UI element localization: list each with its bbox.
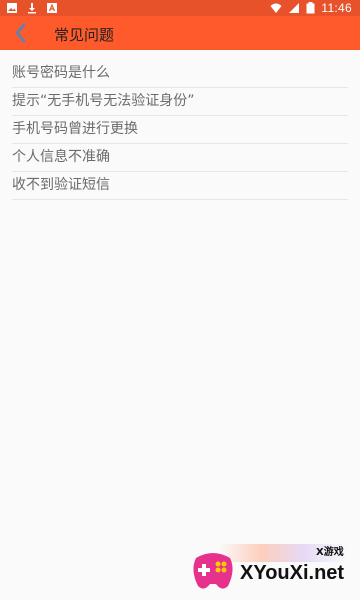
status-left-icons	[6, 2, 58, 14]
battery-icon	[306, 2, 315, 14]
faq-item-phone-changed[interactable]: 手机号码曾进行更换	[12, 116, 348, 144]
faq-item-no-phone-verify[interactable]: 提示“无手机号无法验证身份”	[12, 88, 348, 116]
status-bar: 11:46	[0, 0, 360, 16]
image-icon	[7, 3, 17, 13]
faq-item-info-inaccurate[interactable]: 个人信息不准确	[12, 144, 348, 172]
app-bar: 常见问题	[0, 16, 360, 50]
status-right-icons: 11:46	[270, 1, 352, 15]
page-title: 常见问题	[54, 26, 115, 44]
signal-icon	[289, 3, 300, 13]
gamepad-logo-icon	[193, 553, 233, 589]
chevron-left-icon[interactable]	[10, 21, 32, 45]
faq-item-account-password[interactable]: 账号密码是什么	[12, 60, 348, 88]
faq-list: 账号密码是什么 提示“无手机号无法验证身份” 手机号码曾进行更换 个人信息不准确…	[0, 60, 360, 200]
watermark-text: XYouXi.net	[240, 562, 345, 584]
watermark-subtext: X游戏	[316, 547, 344, 558]
download-icon	[28, 3, 36, 14]
a-icon	[47, 3, 57, 13]
watermark: X游戏 XYouXi.net	[188, 540, 360, 600]
status-time: 11:46	[321, 1, 352, 15]
faq-item-no-sms[interactable]: 收不到验证短信	[12, 172, 348, 200]
wifi-icon	[270, 3, 282, 13]
